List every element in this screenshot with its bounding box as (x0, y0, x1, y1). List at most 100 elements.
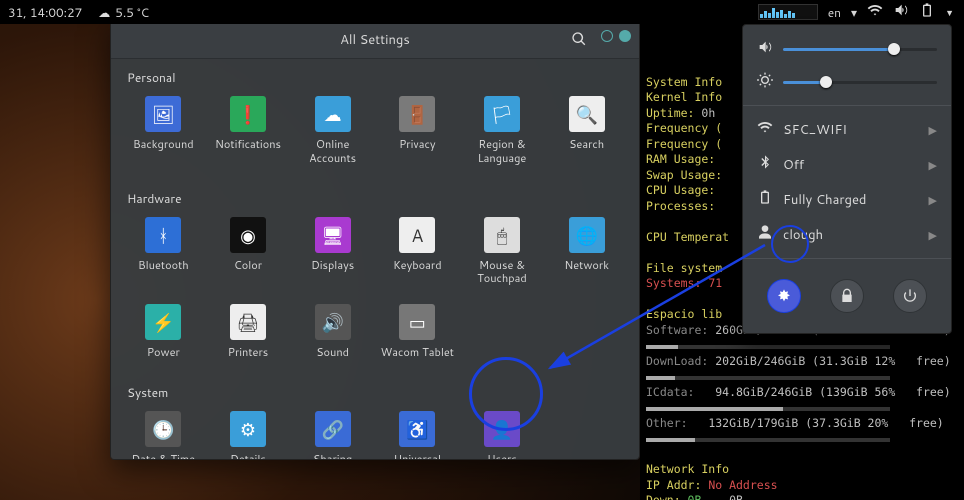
settings-item-sound[interactable]: 🔊 Sound (290, 298, 375, 368)
settings-item-network[interactable]: 🌐Network (544, 211, 629, 295)
settings-item-label: Sound (316, 346, 349, 360)
brightness-slider-row[interactable] (743, 66, 951, 99)
region-language-icon: 🏳 (484, 96, 520, 132)
keyboard-icon: A (399, 217, 435, 253)
bar-icdata (646, 407, 890, 411)
settings-item-online-accounts[interactable]: ☁Online Accounts (290, 90, 375, 174)
settings-item-label: Region & Language (464, 138, 540, 166)
settings-item-label: Bluetooth (138, 259, 189, 273)
settings-item-label: Network (564, 259, 609, 273)
sharing-icon: 🔗 (315, 411, 351, 447)
settings-item-label: Details (230, 453, 266, 460)
cloud-icon: ☁ (98, 4, 110, 21)
lock-button[interactable] (830, 279, 864, 313)
cpu-graph (758, 4, 818, 20)
settings-item-label: Printers (228, 346, 268, 360)
bar-other (646, 438, 890, 442)
settings-item-label: Users (487, 453, 517, 460)
section-system: System (111, 374, 639, 405)
window-toggles (601, 30, 631, 42)
settings-item-label: Universal Access (379, 453, 455, 460)
battery-icon (757, 189, 773, 210)
sysmenu-item-wifi[interactable]: SFC_WIFI▶ (743, 112, 951, 147)
settings-item-label: Privacy (399, 138, 435, 152)
chevron-down-icon[interactable]: ▼ (945, 6, 954, 19)
settings-item-region-language[interactable]: 🏳 Region & Language (460, 90, 545, 174)
system-menu[interactable]: SFC_WIFI▶ Off ▶ Fully Charged ▶ clough ▶ (742, 24, 952, 334)
sysmenu-item-user[interactable]: clough ▶ (743, 217, 951, 252)
bluetooth-icon: ᚼ (145, 217, 181, 253)
weather[interactable]: ☁ 5.5 °C (90, 4, 157, 21)
volume-icon[interactable] (893, 2, 909, 22)
settings-item-search[interactable]: 🔍Search (544, 90, 629, 174)
search-button[interactable] (571, 31, 589, 49)
top-panel: 31, 14:00:27 ☁ 5.5 °C en ▾ ▼ (0, 0, 964, 24)
settings-title: All Settings (340, 31, 410, 49)
settings-item-label: Sharing (313, 453, 352, 460)
displays-icon: 🖥 (315, 217, 351, 253)
settings-item-color[interactable]: ◉Color (206, 211, 291, 295)
printers-icon: 🖨 (230, 304, 266, 340)
volume-slider-row[interactable] (743, 33, 951, 66)
sysmenu-item-bluetooth[interactable]: Off ▶ (743, 147, 951, 182)
notifications-icon: ❗ (230, 96, 266, 132)
volume-slider[interactable] (783, 48, 937, 51)
battery-icon[interactable] (919, 2, 935, 22)
settings-item-label: Power (147, 346, 180, 360)
bluetooth-icon (757, 154, 773, 175)
settings-item-background[interactable]: 🖼 Background (121, 90, 206, 174)
settings-item-details[interactable]: ⚙ Details (206, 405, 291, 460)
settings-item-label: Keyboard (393, 259, 442, 273)
settings-item-label: Background (133, 138, 194, 152)
settings-item-keyboard[interactable]: A Keyboard (375, 211, 460, 295)
chevron-right-icon: ▶ (929, 157, 937, 173)
settings-quick-button[interactable] (767, 279, 801, 313)
toggle-circle[interactable] (601, 30, 613, 42)
settings-item-wacom[interactable]: ▭Wacom Tablet (375, 298, 460, 368)
toggle-circle-active[interactable] (619, 30, 631, 42)
settings-item-date-time[interactable]: 🕒Date & Time (121, 405, 206, 460)
settings-window[interactable]: All Settings Personal 🖼 Background ❗ Notific… (110, 20, 640, 460)
chevron-right-icon: ▶ (929, 227, 937, 243)
section-personal: Personal (111, 59, 639, 90)
mouse-touchpad-icon: 🖱 (484, 217, 520, 253)
sysmenu-item-battery[interactable]: Fully Charged ▶ (743, 182, 951, 217)
section-hardware: Hardware (111, 180, 639, 211)
language-indicator[interactable]: en (828, 4, 841, 21)
wifi-icon[interactable] (867, 2, 883, 22)
clock[interactable]: 31, 14:00:27 (0, 4, 90, 21)
settings-item-printers[interactable]: 🖨 Printers (206, 298, 291, 368)
power-button[interactable] (893, 279, 927, 313)
search-icon: 🔍 (569, 96, 605, 132)
settings-item-users[interactable]: 👤 Users (460, 405, 545, 460)
user-icon (757, 224, 773, 245)
settings-item-mouse-touchpad[interactable]: 🖱 Mouse & Touchpad (460, 211, 545, 295)
brightness-icon (757, 72, 773, 93)
sound-icon: 🔊 (315, 304, 351, 340)
chevron-right-icon: ▶ (929, 192, 937, 208)
separator (743, 105, 951, 106)
wifi-icon (757, 119, 773, 140)
background-icon: 🖼 (145, 96, 181, 132)
settings-item-label: Displays (311, 259, 354, 273)
settings-item-universal-access[interactable]: ♿Universal Access (375, 405, 460, 460)
settings-item-label: Notifications (215, 138, 281, 152)
sysmenu-item-label: clough (783, 226, 823, 244)
settings-item-bluetooth[interactable]: ᚼ Bluetooth (121, 211, 206, 295)
details-icon: ⚙ (230, 411, 266, 447)
settings-item-power[interactable]: ⚡ Power (121, 298, 206, 368)
volume-icon (757, 39, 773, 60)
sysmenu-item-label: Fully Charged (783, 191, 866, 209)
tray-separator: ▾ (851, 4, 857, 21)
settings-item-sharing[interactable]: 🔗 Sharing (290, 405, 375, 460)
sysmenu-item-label: Off (783, 156, 804, 174)
users-icon: 👤 (484, 411, 520, 447)
power-icon: ⚡ (145, 304, 181, 340)
chevron-right-icon: ▶ (929, 122, 937, 138)
bar-software (646, 345, 890, 349)
settings-item-privacy[interactable]: 🚪Privacy (375, 90, 460, 174)
settings-item-notifications[interactable]: ❗ Notifications (206, 90, 291, 174)
settings-item-label: Mouse & Touchpad (464, 259, 540, 287)
settings-item-displays[interactable]: 🖥 Displays (290, 211, 375, 295)
brightness-slider[interactable] (783, 81, 937, 84)
